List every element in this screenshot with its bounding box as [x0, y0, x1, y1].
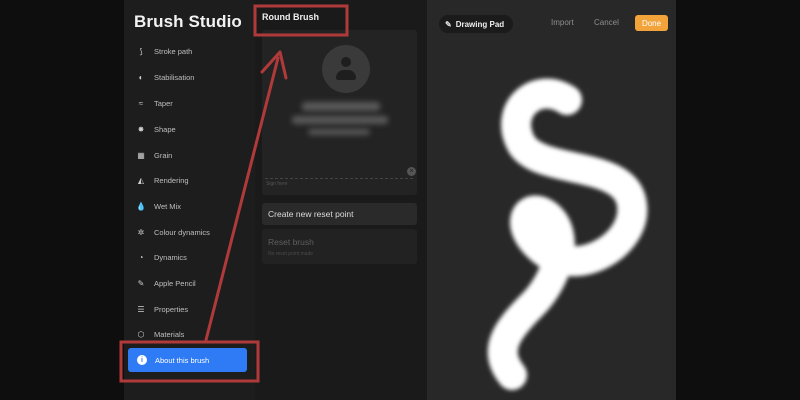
create-reset-point-button[interactable]: Create new reset point [262, 203, 417, 225]
brush-stroke-preview[interactable] [427, 0, 676, 400]
sidebar-item-label: Dynamics [154, 252, 187, 262]
author-avatar[interactable] [322, 45, 370, 93]
sidebar-item-label: Colour dynamics [154, 227, 210, 237]
reset-brush-button[interactable]: Reset brush No reset point made [262, 229, 417, 264]
apple-pencil-icon: ✎ [137, 278, 145, 288]
sidebar-item-rendering[interactable]: ◭ Rendering [136, 171, 248, 189]
sidebar-item-apple-pencil[interactable]: ✎ Apple Pencil [136, 274, 248, 292]
sidebar-item-label: Apple Pencil [154, 278, 196, 288]
stroke-path-icon: ⟆ [139, 46, 143, 56]
sidebar-item-properties[interactable]: ☰ Properties [136, 300, 248, 318]
sidebar-item-about-this-brush[interactable]: i About this brush [128, 348, 247, 372]
taper-icon: ≈ [138, 98, 144, 108]
wet-mix-icon: 💧 [136, 201, 146, 211]
rendering-icon: ◭ [137, 175, 145, 185]
sidebar-item-shape[interactable]: ✸ Shape [136, 120, 248, 138]
sidebar-title: Brush Studio [134, 12, 242, 31]
materials-icon: ⬡ [137, 329, 145, 339]
brush-name-title: Round Brush [262, 12, 319, 22]
sidebar-item-label: Materials [154, 329, 185, 339]
signature-card[interactable]: Sign here × [262, 30, 417, 195]
sidebar-item-stroke-path[interactable]: ⟆ Stroke path [136, 42, 248, 60]
sidebar-item-taper[interactable]: ≈ Taper [136, 94, 248, 112]
stabilisation-icon: ◐ [138, 72, 144, 82]
sidebar-item-label: Stroke path [154, 46, 193, 56]
sidebar-item-label: Rendering [154, 175, 189, 185]
reset-brush-label: Reset brush [268, 237, 314, 247]
drawing-pad-panel: ✎ Drawing Pad Import Cancel Done [427, 0, 676, 400]
sign-here-label: Sign here [266, 181, 288, 187]
blurred-author-detail [292, 116, 388, 124]
colour-dynamics-icon: ✲ [137, 227, 145, 237]
reset-brush-subtitle: No reset point made [268, 251, 314, 257]
blurred-author-name [302, 102, 380, 111]
sidebar-item-label: Grain [154, 150, 173, 160]
signature-line [265, 178, 413, 179]
dynamics-icon: ◔ [138, 252, 144, 262]
sidebar-item-wet-mix[interactable]: 💧 Wet Mix [136, 197, 248, 215]
sidebar-item-label: About this brush [155, 355, 210, 365]
brush-studio-sidebar: Brush Studio ⟆ Stroke path ◐ Stabilisati… [124, 0, 255, 400]
sidebar-item-materials[interactable]: ⬡ Materials [136, 325, 248, 343]
clear-signature-icon[interactable]: × [407, 167, 416, 176]
sidebar-item-stabilisation[interactable]: ◐ Stabilisation [136, 68, 248, 86]
sidebar-item-dynamics[interactable]: ◔ Dynamics [136, 248, 248, 266]
avatar-body [336, 70, 356, 80]
sidebar-item-label: Shape [154, 124, 176, 134]
properties-icon: ☰ [137, 304, 145, 314]
blurred-author-link [308, 129, 370, 135]
sidebar-item-grain[interactable]: ▦ Grain [136, 146, 248, 164]
sidebar-item-label: Properties [154, 304, 189, 314]
sidebar-item-label: Taper [154, 98, 173, 108]
sidebar-item-label: Wet Mix [154, 201, 181, 211]
info-icon: i [137, 355, 147, 365]
about-brush-panel: Round Brush Sign here × Create new reset… [255, 0, 427, 400]
sidebar-item-colour-dynamics[interactable]: ✲ Colour dynamics [136, 223, 248, 241]
avatar-head [341, 57, 351, 67]
sidebar-item-label: Stabilisation [154, 72, 195, 82]
grain-icon: ▦ [137, 150, 145, 160]
shape-icon: ✸ [137, 124, 145, 134]
